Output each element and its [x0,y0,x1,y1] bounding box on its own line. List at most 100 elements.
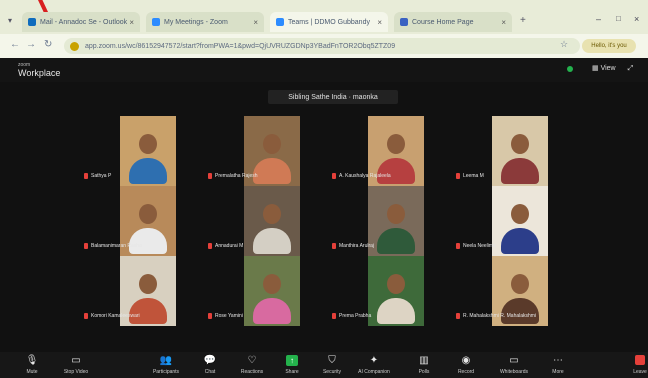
participant-name: Balamanimaran Rasha [84,240,142,251]
participant-name-text: Manthira Arulraj [339,242,375,249]
muted-mic-icon [332,242,336,249]
participant-name: Sathya P [84,170,111,181]
heart-icon: ♡ [247,355,257,366]
url-input[interactable]: app.zoom.us/wc/86152947572/start?fromPWA… [64,38,580,54]
muted-mic-icon [456,172,460,179]
star-icon[interactable]: ☆ [560,39,568,50]
participant-video[interactable] [244,186,300,256]
muted-mic-icon [208,242,212,249]
participant-face [511,274,529,294]
participant-video[interactable] [368,256,424,326]
record-button[interactable]: ◉ Record [446,352,486,378]
mic-icon: 🎙 [25,355,39,366]
participant-name: Premalatha Rajesh [208,170,258,181]
participant-name: Neela Neelima [456,240,496,251]
participant-name-text: Prema Prabha [339,312,372,319]
mute-button[interactable]: 🎙 Mute [12,352,52,378]
toolbar-label: Share [285,369,299,375]
participant-video[interactable] [368,186,424,256]
fullscreen-icon[interactable]: ⤢ [628,65,634,72]
participant-name: Rose Yamini [208,310,243,321]
share-icon: ↑ [286,355,298,367]
whiteboard-icon: ▭ [509,355,519,366]
profile-button[interactable]: Hello, it's you [582,39,636,53]
site-info-icon[interactable] [70,41,79,51]
toolbar-label: Whiteboards [499,369,529,375]
participant-body [129,158,167,184]
participant-name-text: Sathya P [91,172,112,179]
zoom-header [0,58,648,82]
ai-button[interactable]: ✦ AI Companion [354,352,394,378]
participant-name-text: Neela Neelima [463,242,496,249]
minimize-icon[interactable]: – [596,14,601,24]
back-icon[interactable]: ← [10,39,20,50]
maximize-icon[interactable]: □ [616,14,621,23]
whiteboards-button[interactable]: ▭ Whiteboards [494,352,534,378]
tab-label: Course Home Page [412,18,474,26]
participant-name: Komori Kamaleeswari [84,310,140,321]
participant-name-text: Balamanimaran Rasha [91,242,142,249]
video-button[interactable]: ▭ Stop Video [56,352,96,378]
sparkle-icon: ✦ [369,355,379,366]
participant-name: Manthira Arulraj [332,240,374,251]
participant-body [253,228,291,254]
more-icon: ⋯ [553,355,563,366]
tab-menu-icon[interactable]: ▾ [8,16,12,25]
chat-button[interactable]: 💬 Chat [190,352,230,378]
reload-icon[interactable]: ↻ [44,39,52,50]
participant-name: Annadurai M [208,240,243,251]
reactions-button[interactable]: ♡ Reactions [232,352,272,378]
toolbar-label: Polls [418,369,430,375]
browser-tab-2[interactable]: My Meetings - Zoom × [146,12,264,32]
close-tab-icon[interactable]: × [129,18,134,27]
participant-face [139,134,157,154]
participant-face [511,204,529,224]
record-icon: ◉ [461,355,471,366]
document-icon [400,18,408,26]
toolbar-label: Mute [26,369,38,375]
close-tab-icon[interactable]: × [253,18,258,27]
leave-button[interactable]: Leave [620,352,648,378]
browser-tab-3[interactable]: Teams | DDMO Gubbandy × [270,12,388,32]
tab-label: My Meetings - Zoom [164,18,228,26]
participants-button[interactable]: 👥 Participants [146,352,186,378]
security-button[interactable]: ⛉ Security [312,352,352,378]
more-button[interactable]: ⋯ More [538,352,578,378]
new-tab-icon[interactable]: + [520,15,526,26]
participant-face [139,274,157,294]
view-button[interactable]: ▦ View ⤢ [592,64,633,73]
participant-name: A. Kaushalya Rajaleela [332,170,391,181]
share-button[interactable]: ↑ Share [272,352,312,378]
muted-mic-icon [84,312,88,319]
close-tab-icon[interactable]: × [501,18,506,27]
muted-mic-icon [208,312,212,319]
people-icon: 👥 [159,355,173,366]
participant-name: Prema Prabha [332,310,371,321]
toolbar-label: Participants [152,369,180,375]
toolbar-label: Stop Video [63,369,89,375]
participant-face [263,204,281,224]
participant-body [253,298,291,324]
participant-face [387,274,405,294]
muted-mic-icon [456,312,460,319]
participant-video[interactable] [244,256,300,326]
participant-name-text: Annadurai M [215,242,244,249]
forward-icon[interactable]: → [26,39,36,50]
polls-button[interactable]: ▥ Polls [404,352,444,378]
browser-tab-1[interactable]: Mail - Annadoc Se - Outlook × [22,12,140,32]
tab-label: Mail - Annadoc Se - Outlook [40,18,128,26]
participant-video[interactable] [492,116,548,186]
bar-chart-icon: ▥ [419,355,429,366]
browser-tab-4[interactable]: Course Home Page × [394,12,512,32]
participant-video[interactable] [492,186,548,256]
close-tab-icon[interactable]: × [377,18,382,27]
view-label: View [600,65,616,72]
participant-name-text: Premalatha Rajesh [215,172,258,179]
close-window-icon[interactable]: × [634,14,639,24]
encryption-shield-icon[interactable] [567,66,573,72]
zoom-icon [276,18,284,26]
participant-video[interactable] [120,116,176,186]
profile-label: Hello, it's you [591,43,627,49]
participant-body [501,228,539,254]
toolbar-label: Reactions [240,369,264,375]
